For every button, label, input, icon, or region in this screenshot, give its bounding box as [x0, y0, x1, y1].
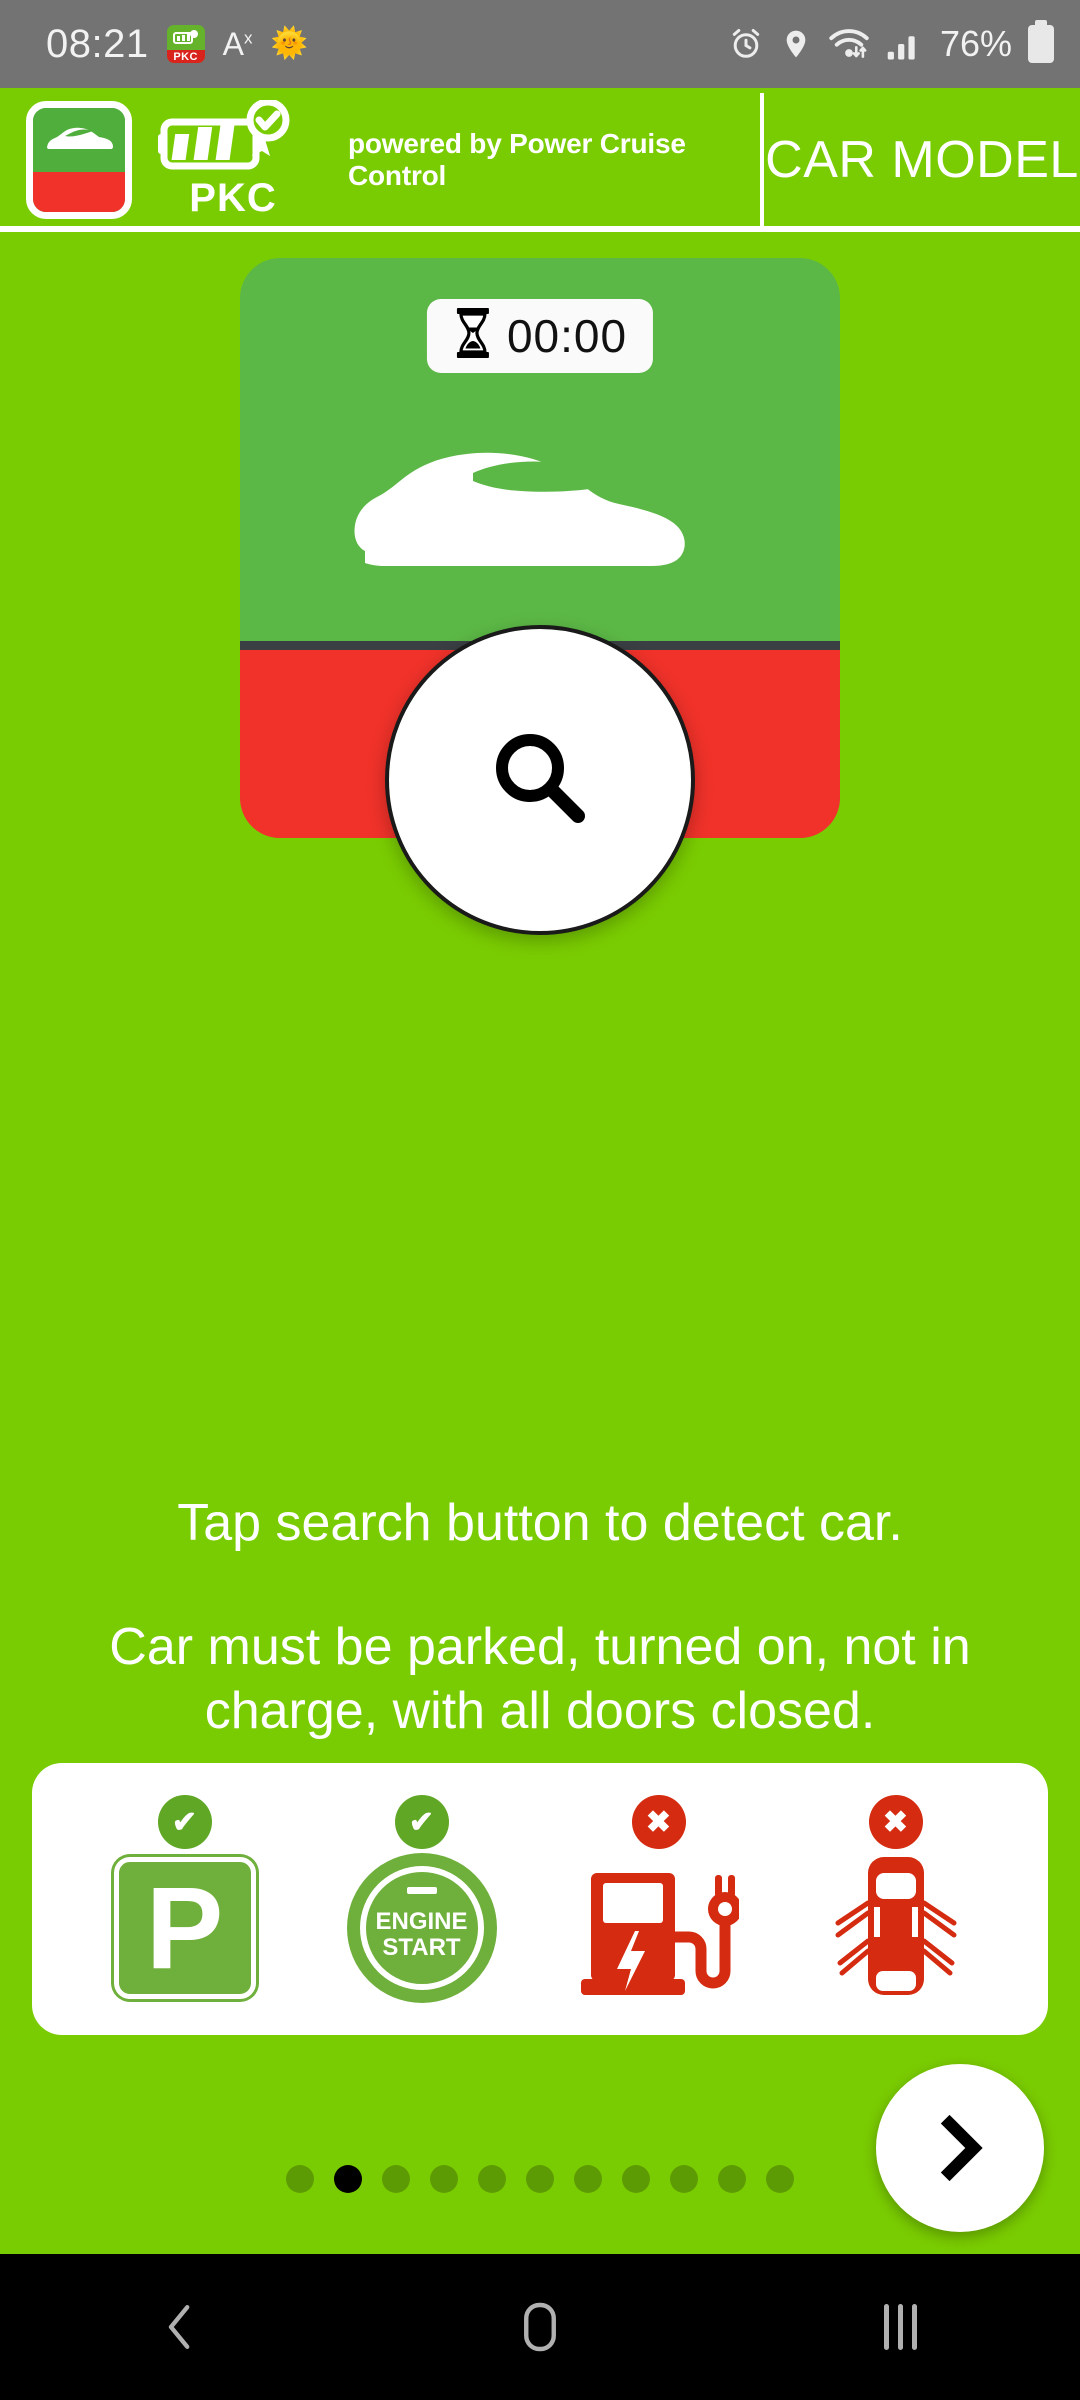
wifi-icon: [829, 29, 869, 58]
pagination-dot[interactable]: [766, 2165, 794, 2193]
pagination-dots[interactable]: [0, 2165, 1080, 2193]
pkc-brand-block: PKC: [158, 99, 308, 221]
pagination-dot[interactable]: [286, 2165, 314, 2193]
timer-pill: 00:00: [426, 299, 654, 373]
engine-line1: ENGINE: [375, 1908, 468, 1935]
next-button[interactable]: [876, 2064, 1044, 2232]
status-bar-right: 76%: [728, 23, 1054, 65]
pagination-dot[interactable]: [478, 2165, 506, 2193]
pkc-notification-icon: PKC: [166, 25, 205, 63]
pagination-dot[interactable]: [574, 2165, 602, 2193]
logo-top-green: [33, 108, 125, 173]
pagination-dot[interactable]: [718, 2165, 746, 2193]
battery-icon: [1028, 25, 1054, 63]
requirement-parked: ✔ P: [90, 1763, 280, 2035]
pkc-brand-text: PKC: [189, 175, 277, 220]
home-icon: [524, 2302, 556, 2352]
requirements-card: ✔ P ✔ ENGINE START ✖ ✖: [32, 1763, 1048, 2035]
text-size-icon: Ax: [222, 25, 253, 62]
app-header: PKC powered by Power Cruise Control CAR …: [0, 88, 1080, 232]
charging-station-icon: [579, 1851, 742, 2006]
parking-sign-icon: P: [113, 1857, 256, 1999]
engine-line2: START: [382, 1934, 461, 1961]
pkc-car-logo-icon: [26, 101, 132, 219]
hourglass-icon: [453, 307, 493, 366]
pkc-battery-award-icon: [158, 99, 290, 169]
pagination-dot[interactable]: [430, 2165, 458, 2193]
pkc-mini-label: PKC: [166, 50, 205, 63]
engine-dash: [406, 1887, 437, 1894]
logo-car-icon: [47, 127, 114, 150]
pagination-dot[interactable]: [622, 2165, 650, 2193]
battery-percent: 76%: [939, 23, 1012, 64]
nav-recents-button[interactable]: [810, 2304, 990, 2350]
requirements-row: ✔ P ✔ ENGINE START ✖ ✖: [32, 1763, 1048, 2035]
pagination-dot[interactable]: [670, 2165, 698, 2193]
pagination-dot[interactable]: [334, 2165, 362, 2193]
page-title: CAR MODEL: [765, 131, 1079, 189]
status-bar-left: 08:21 PKC Ax 🌞: [46, 22, 728, 67]
location-icon: [786, 30, 806, 58]
requirement-badge-ok: ✔: [157, 1795, 212, 1849]
status-time: 08:21: [46, 21, 149, 66]
pagination-dot[interactable]: [382, 2165, 410, 2193]
powered-by-text: powered by Power Cruise Control: [348, 128, 686, 191]
car-doors-open-icon: [816, 1851, 976, 2006]
sun-emoji-icon: 🌞: [270, 27, 308, 60]
pagination-dot[interactable]: [526, 2165, 554, 2193]
search-icon: [496, 734, 585, 823]
app-header-brand-area: PKC powered by Power Cruise Control: [0, 88, 760, 232]
instruction-primary: Tap search button to detect car.: [177, 1494, 903, 1552]
header-underline: [0, 226, 1080, 232]
status-bar: 08:21 PKC Ax 🌞 76%: [0, 0, 1080, 88]
requirement-badge-ok: ✔: [394, 1795, 449, 1849]
instruction-secondary: Car must be parked, turned on, not in ch…: [109, 1618, 971, 1740]
car-model-area[interactable]: CAR MODEL: [764, 130, 1080, 190]
search-button[interactable]: [385, 625, 695, 935]
battery-bars-mini-icon: [172, 29, 198, 44]
android-nav-bar: [0, 2254, 1080, 2400]
signal-icon: [887, 36, 915, 60]
requirement-engine-on: ✔ ENGINE START: [327, 1763, 517, 2035]
nav-back-button[interactable]: [90, 2300, 270, 2354]
engine-start-button-icon: ENGINE START: [346, 1853, 497, 2003]
recents-icon: [883, 2304, 917, 2350]
pkc-mini-top: [167, 25, 205, 50]
requirement-doors-closed: ✖: [801, 1763, 991, 2035]
nav-home-button[interactable]: [450, 2299, 630, 2355]
requirement-badge-no: ✖: [868, 1795, 923, 1849]
logo-bottom-red: [33, 172, 125, 212]
car-side-silhouette-icon: [345, 433, 735, 598]
requirement-badge-no: ✖: [631, 1795, 686, 1849]
back-icon: [168, 2305, 190, 2349]
timer-value: 00:00: [506, 310, 628, 362]
alarm-icon: [732, 29, 760, 58]
requirement-not-charging: ✖: [564, 1763, 754, 2035]
